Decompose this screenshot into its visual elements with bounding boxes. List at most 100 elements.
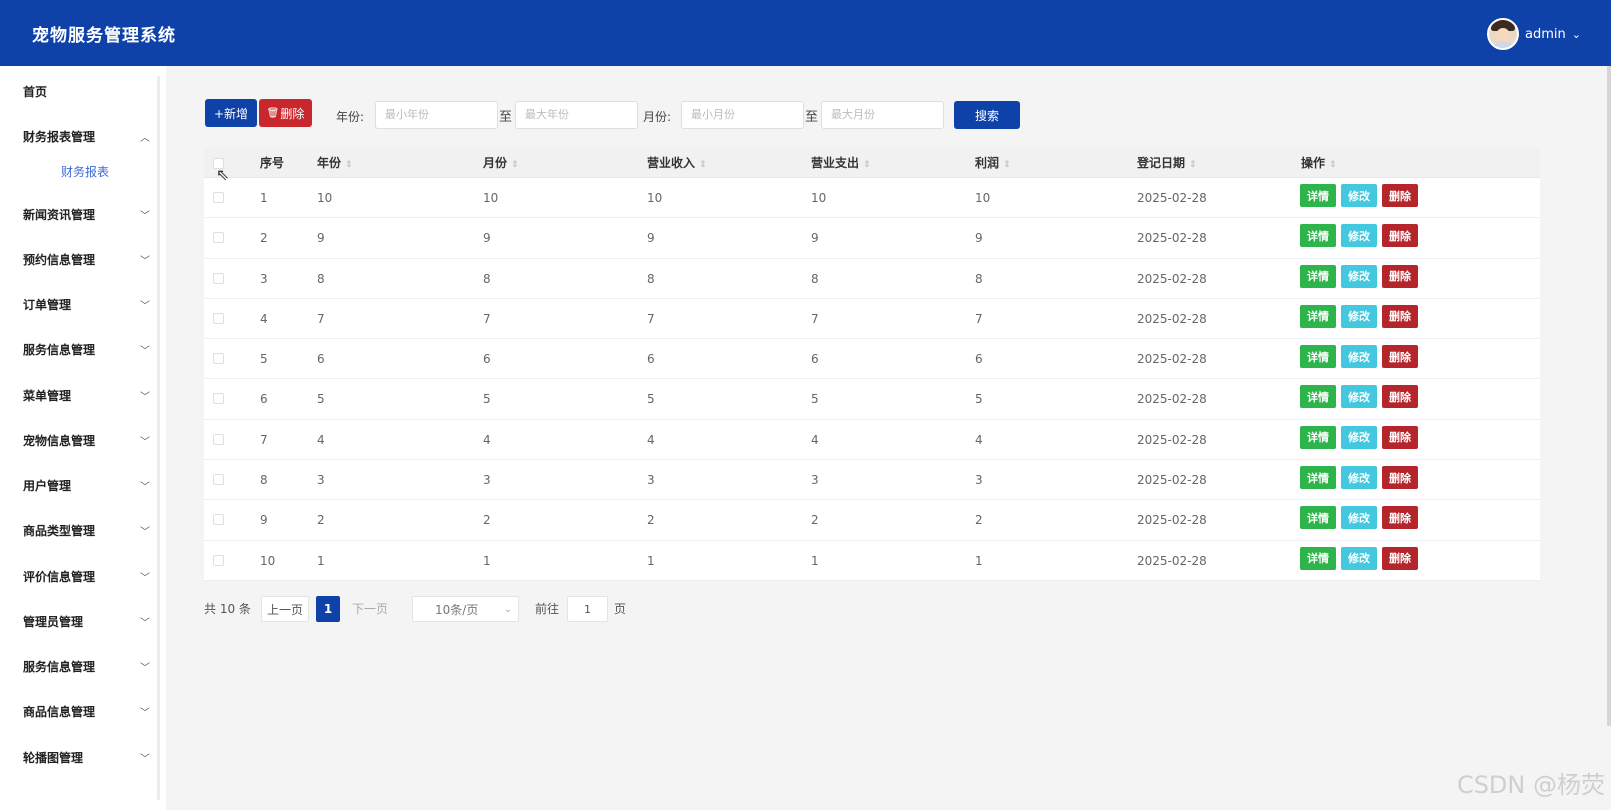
sidebar-item[interactable]: 服务信息管理 ﹀: [0, 646, 160, 686]
sort-icon[interactable]: ⇕: [345, 160, 353, 170]
detail-button[interactable]: 详情: [1300, 546, 1336, 570]
row-checkbox[interactable]: [213, 474, 224, 486]
sidebar-item[interactable]: 财务报表管理 ︿: [0, 116, 160, 156]
sidebar-item[interactable]: 商品类型管理 ﹀: [0, 510, 160, 550]
detail-button[interactable]: 详情: [1300, 224, 1336, 248]
goto-page-input[interactable]: 1: [567, 596, 608, 622]
row-delete-button[interactable]: 删除: [1382, 385, 1418, 409]
detail-button[interactable]: 详情: [1300, 506, 1336, 530]
table-cell: 4: [317, 432, 325, 447]
add-button[interactable]: +新增: [205, 99, 257, 127]
sidebar-item[interactable]: 预约信息管理 ﹀: [0, 239, 160, 279]
sidebar: 首页财务报表管理 ︿ 财务报表新闻资讯管理 ﹀ 预约信息管理 ﹀ 订单管理 ﹀ 服务信息管理 ﹀ 菜…: [0, 66, 166, 810]
edit-button[interactable]: 修改: [1341, 184, 1377, 207]
row-checkbox[interactable]: [213, 312, 224, 324]
month-max-input[interactable]: 最大月份: [821, 101, 944, 129]
sidebar-item[interactable]: 订单管理 ﹀: [0, 284, 160, 324]
row-delete-button[interactable]: 删除: [1382, 264, 1418, 288]
sidebar-item[interactable]: 轮播图管理 ﹀: [0, 737, 160, 777]
sidebar-item[interactable]: 用户管理 ﹀: [0, 465, 160, 505]
detail-button[interactable]: 详情: [1300, 304, 1336, 328]
table-cell: 1: [975, 553, 983, 568]
row-delete-button[interactable]: 删除: [1382, 224, 1418, 248]
column-header[interactable]: 营业支出 ⇕: [811, 148, 871, 178]
row-checkbox[interactable]: [213, 272, 224, 284]
chevron-down-icon[interactable]: ⌄: [1572, 28, 1581, 41]
sidebar-item[interactable]: 新闻资讯管理 ﹀: [0, 194, 160, 234]
detail-button[interactable]: 详情: [1300, 264, 1336, 288]
row-checkbox[interactable]: [213, 192, 224, 203]
column-header[interactable]: 月份 ⇕: [483, 148, 519, 178]
sidebar-subitem-finance-report[interactable]: 财务报表: [0, 156, 160, 186]
row-checkbox[interactable]: [213, 393, 224, 405]
sidebar-item[interactable]: 首页: [0, 71, 160, 111]
delete-button[interactable]: 🗑 删除: [259, 99, 312, 127]
year-min-input[interactable]: 最小年份: [375, 101, 498, 129]
row-checkbox[interactable]: [213, 353, 224, 365]
edit-button[interactable]: 修改: [1341, 546, 1377, 570]
table-cell: 5: [483, 392, 491, 407]
row-delete-button[interactable]: 删除: [1382, 506, 1418, 530]
user-name[interactable]: admin: [1525, 27, 1566, 42]
row-delete-button[interactable]: 删除: [1382, 184, 1418, 207]
edit-button[interactable]: 修改: [1341, 425, 1377, 449]
edit-button[interactable]: 修改: [1341, 224, 1377, 248]
sidebar-item[interactable]: 管理员管理 ﹀: [0, 601, 160, 641]
table-cell: 8: [260, 473, 268, 488]
table-cell: 8: [483, 271, 491, 286]
sidebar-item[interactable]: 商品信息管理 ﹀: [0, 691, 160, 731]
column-header[interactable]: 登记日期 ⇕: [1137, 148, 1197, 178]
column-header[interactable]: 利润 ⇕: [975, 148, 1011, 178]
table-cell: 9: [647, 231, 655, 246]
row-checkbox[interactable]: [213, 554, 224, 566]
edit-button[interactable]: 修改: [1341, 466, 1377, 490]
sidebar-item[interactable]: 评价信息管理 ﹀: [0, 556, 160, 596]
sidebar-item[interactable]: 菜单管理 ﹀: [0, 375, 160, 415]
row-delete-button[interactable]: 删除: [1382, 304, 1418, 328]
avatar[interactable]: [1487, 18, 1520, 50]
page-1-button[interactable]: 1: [316, 596, 340, 622]
detail-button[interactable]: 详情: [1300, 385, 1336, 409]
column-header[interactable]: 年份 ⇕: [317, 148, 353, 178]
edit-button[interactable]: 修改: [1341, 506, 1377, 530]
detail-button[interactable]: 详情: [1300, 184, 1336, 207]
user-menu[interactable]: admin ⌄: [1487, 18, 1581, 50]
row-delete-button[interactable]: 删除: [1382, 345, 1418, 369]
page-size-select[interactable]: 10条/页 ⌄: [412, 596, 519, 622]
chevron-down-icon: ﹀: [140, 753, 150, 765]
month-min-input[interactable]: 最小月份: [681, 101, 804, 129]
search-button[interactable]: 搜索: [954, 101, 1020, 129]
sort-icon[interactable]: ⇕: [1329, 160, 1337, 170]
year-range-separator: 至: [499, 110, 513, 125]
page-scrollbar[interactable]: [1607, 66, 1611, 726]
column-header-label: 营业支出: [811, 156, 860, 170]
sort-icon[interactable]: ⇕: [699, 160, 707, 170]
column-header[interactable]: 序号: [260, 148, 284, 178]
detail-button[interactable]: 详情: [1300, 425, 1336, 449]
column-header[interactable]: 操作 ⇕: [1301, 148, 1337, 178]
chevron-down-icon: ﹀: [140, 481, 150, 493]
row-delete-button[interactable]: 删除: [1382, 466, 1418, 490]
edit-button[interactable]: 修改: [1341, 345, 1377, 369]
sort-icon[interactable]: ⇕: [1003, 160, 1011, 170]
edit-button[interactable]: 修改: [1341, 385, 1377, 409]
row-checkbox[interactable]: [213, 514, 224, 526]
next-page-button[interactable]: 下一页: [352, 596, 392, 622]
goto-label: 前往: [535, 602, 560, 616]
detail-button[interactable]: 详情: [1300, 345, 1336, 369]
row-delete-button[interactable]: 删除: [1382, 425, 1418, 449]
sidebar-item[interactable]: 服务信息管理 ﹀: [0, 329, 160, 369]
year-max-input[interactable]: 最大年份: [515, 101, 638, 129]
column-header[interactable]: 营业收入 ⇕: [647, 148, 707, 178]
edit-button[interactable]: 修改: [1341, 304, 1377, 328]
sidebar-item[interactable]: 宠物信息管理 ﹀: [0, 420, 160, 460]
sort-icon[interactable]: ⇕: [863, 160, 871, 170]
prev-page-button[interactable]: 上一页: [261, 596, 309, 622]
row-checkbox[interactable]: [213, 232, 224, 244]
row-delete-button[interactable]: 删除: [1382, 546, 1418, 570]
sort-icon[interactable]: ⇕: [1189, 160, 1197, 170]
detail-button[interactable]: 详情: [1300, 466, 1336, 490]
row-checkbox[interactable]: [213, 433, 224, 445]
edit-button[interactable]: 修改: [1341, 264, 1377, 288]
sort-icon[interactable]: ⇕: [511, 160, 519, 170]
